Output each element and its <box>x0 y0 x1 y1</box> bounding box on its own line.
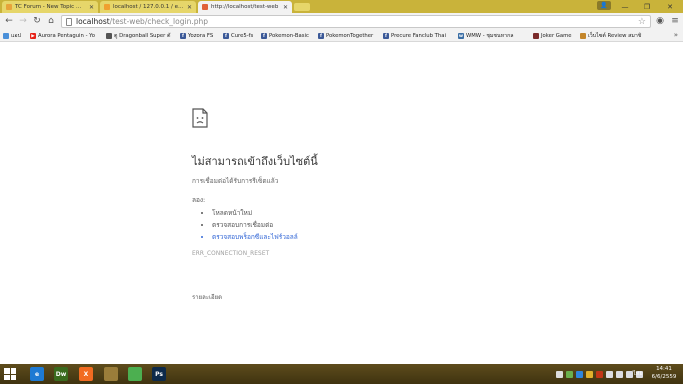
tray-app-icon[interactable] <box>576 370 583 378</box>
xampp-icon[interactable]: X <box>79 367 93 381</box>
suggestion-check-proxy-link[interactable]: ตรวจสอบพร็อกซีและไฟร์วอลล์ <box>212 231 298 243</box>
bookmark-label: Joker Game <box>541 33 572 39</box>
joker-icon <box>533 33 539 39</box>
suggestion-check-connection: ตรวจสอบการเชื่อมต่อ <box>212 219 298 231</box>
try-label: ลอง: <box>192 196 206 204</box>
bookmark-label: Precure Fanclub Thai <box>391 33 446 39</box>
bookmark-star-icon[interactable]: ☆ <box>638 17 646 27</box>
bookmark-label: PokemonTogether <box>326 33 374 39</box>
tab-label: localhost / 127.0.0.1 / ems <box>113 4 184 10</box>
language-indicator[interactable]: ไทย <box>633 370 643 378</box>
sad-page-icon <box>192 108 208 128</box>
bookmark-label: ตู Dragonball Super ตั <box>114 33 171 39</box>
bookmarks-bar: » แอป ▶ Aurora Pentaguin - Yo ตู Dragonball… <box>0 30 683 42</box>
phpmyadmin-favicon-icon <box>104 4 110 10</box>
close-tab-icon[interactable]: ✕ <box>187 4 192 11</box>
bookmark-item[interactable]: Joker Game <box>533 31 572 41</box>
bookmark-item[interactable]: f Pokemon-Basic <box>261 31 309 41</box>
page-icon <box>66 17 72 26</box>
tab-localhost-active[interactable]: http://localhost/test-web ✕ <box>198 1 292 13</box>
page-favicon-icon <box>202 4 208 10</box>
tray-app-icon[interactable] <box>566 370 573 378</box>
suggestion-list: โหลดหน้าใหม่ ตรวจสอบการเชื่อมต่อ ตรวจสอบ… <box>212 207 298 243</box>
home-button[interactable]: ⌂ <box>45 15 57 27</box>
tray-app-icon[interactable] <box>586 370 593 378</box>
forward-button[interactable]: → <box>17 15 29 27</box>
battery-icon[interactable] <box>606 370 613 378</box>
bookmark-item[interactable]: ตู Dragonball Super ตั <box>106 31 170 41</box>
bookmark-item[interactable]: f PokemonTogether <box>318 31 373 41</box>
chrome-icon[interactable] <box>128 367 142 381</box>
error-page: ไม่สามารถเข้าถึงเว็บไซต์นี้ การเชื่อมต่อ… <box>0 42 683 364</box>
bookmark-item[interactable]: เว็บไซต์ Review สมาชิ <box>580 31 641 41</box>
facebook-icon: f <box>261 33 267 39</box>
windows-start-icon[interactable] <box>4 368 16 380</box>
bookmark-item[interactable]: แอป <box>3 31 21 41</box>
system-tray <box>556 368 643 380</box>
bookmark-label: เว็บไซต์ Review สมาชิ <box>588 33 642 39</box>
extension-icon[interactable]: ◉ <box>654 15 666 27</box>
suggestion-reload: โหลดหน้าใหม่ <box>212 207 298 219</box>
clock-time: 14:41 <box>656 366 672 372</box>
bookmark-label: Cure5-fs <box>231 33 254 39</box>
url-path: /test-web/check_login.php <box>109 17 208 26</box>
tab-label: http://localhost/test-web <box>211 4 279 10</box>
wmw-icon: w <box>458 33 464 39</box>
tab-tc-forum[interactable]: TC Forum - New Topic ดำเนิ ✕ <box>2 1 98 13</box>
forum-favicon-icon <box>6 4 12 10</box>
tab-phpmyadmin[interactable]: localhost / 127.0.0.1 / ems ✕ <box>100 1 196 13</box>
youtube-icon: ▶ <box>30 33 36 39</box>
dreamweaver-icon[interactable]: Dw <box>54 367 68 381</box>
browser-toolbar: ← → ↻ ⌂ localhost/test-web/check_login.p… <box>0 13 683 30</box>
close-tab-icon[interactable]: ✕ <box>89 4 94 11</box>
bookmark-label: WMW - ชุมชนหากล <box>466 33 514 39</box>
menu-icon[interactable]: ≡ <box>669 15 681 27</box>
bookmark-item[interactable]: ▶ Aurora Pentaguin - Yo <box>30 31 95 41</box>
error-title: ไม่สามารถเข้าถึงเว็บไซต์นี้ <box>192 155 318 168</box>
error-subtitle: การเชื่อมต่อได้รับการรีเซ็ตแล้ว <box>192 177 279 185</box>
review-icon <box>580 33 586 39</box>
facebook-icon: f <box>318 33 324 39</box>
volume-icon[interactable] <box>626 370 633 378</box>
address-bar[interactable]: localhost/test-web/check_login.php ☆ <box>61 15 651 28</box>
details-button[interactable]: รายละเอียด <box>192 292 222 302</box>
apps-grid-icon <box>3 33 9 39</box>
bookmark-label: Pokemon-Basic <box>269 33 309 39</box>
error-code: ERR_CONNECTION_RESET <box>192 251 270 257</box>
back-button[interactable]: ← <box>3 15 15 27</box>
paint-icon[interactable] <box>104 367 118 381</box>
photoshop-icon[interactable]: Ps <box>152 367 166 381</box>
maximize-button[interactable]: ❐ <box>636 0 658 13</box>
more-bookmarks-icon[interactable]: » <box>674 31 678 39</box>
facebook-icon: f <box>383 33 389 39</box>
url-host: localhost <box>76 17 110 26</box>
profile-icon[interactable]: 👤 <box>597 1 611 10</box>
bookmark-label: แอป <box>11 33 21 39</box>
bookmark-item[interactable]: w WMW - ชุมชนหากล <box>458 31 514 41</box>
reload-button[interactable]: ↻ <box>31 15 43 27</box>
minimize-button[interactable]: — <box>614 0 636 13</box>
bookmark-label: Aurora Pentaguin - Yo <box>38 33 95 39</box>
facebook-icon: f <box>223 33 229 39</box>
clock-date: 6/6/2559 <box>651 373 677 380</box>
network-icon[interactable] <box>616 370 623 378</box>
bookmark-label: Yozora FS <box>188 33 214 39</box>
clock[interactable]: 14:41 6/6/2559 <box>650 366 678 381</box>
bookmark-item[interactable]: f Precure Fanclub Thai <box>383 31 446 41</box>
facebook-icon: f <box>180 33 186 39</box>
close-window-button[interactable]: ✕ <box>659 0 681 13</box>
bookmark-item[interactable]: f Cure5-fs <box>223 31 253 41</box>
tray-chevron-icon[interactable] <box>556 370 563 378</box>
bookmark-item[interactable]: f Yozora FS <box>180 31 213 41</box>
dragonball-icon <box>106 33 112 39</box>
tab-label: TC Forum - New Topic ดำเนิ <box>15 4 86 10</box>
new-tab-button[interactable] <box>294 3 310 11</box>
tray-app-icon[interactable] <box>596 370 603 378</box>
taskbar: ไทย 14:41 6/6/2559 e Dw X Ps <box>0 364 683 384</box>
title-bar: TC Forum - New Topic ดำเนิ ✕ localhost /… <box>0 0 683 13</box>
ie-icon[interactable]: e <box>30 367 44 381</box>
close-tab-icon[interactable]: ✕ <box>283 4 288 11</box>
